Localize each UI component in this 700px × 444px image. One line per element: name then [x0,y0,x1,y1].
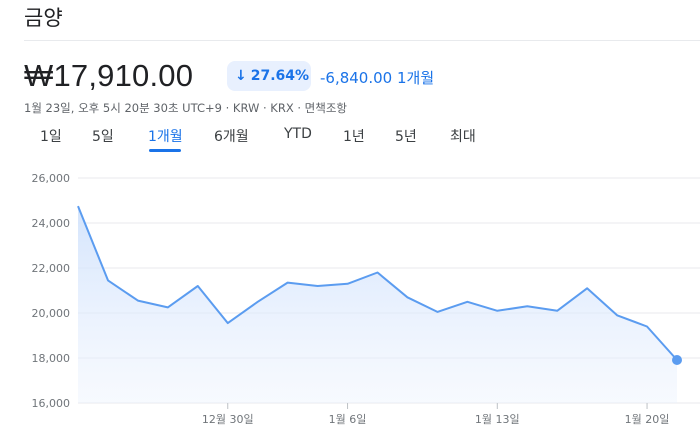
tab-5y[interactable]: 5년 [395,126,417,146]
y-tick-label: 20,000 [32,307,71,320]
active-tab-indicator [149,149,181,152]
y-tick-label: 26,000 [32,172,71,185]
x-axis-ticks: 12월 30일 1월 6일 1월 13일 1월 20일 [202,403,670,426]
tab-max[interactable]: 최대 [450,126,476,146]
header-divider [24,40,700,41]
tab-5d[interactable]: 5일 [92,126,114,146]
tab-ytd[interactable]: YTD [284,126,312,142]
y-tick-label: 18,000 [32,352,71,365]
y-tick-label: 24,000 [32,217,71,230]
x-tick-label: 12월 30일 [202,412,254,426]
y-tick-label: 16,000 [32,397,71,410]
quote-meta: 1월 23일, 오후 5시 20분 30초 UTC+9 · KRW · KRX … [24,101,347,115]
x-tick-label: 1월 20일 [625,412,670,426]
x-tick-label: 1월 6일 [329,412,367,426]
chart-series [77,205,682,403]
series-area [78,206,677,403]
y-tick-label: 22,000 [32,262,71,275]
change-absolute: -6,840.00 1개월 [320,69,435,87]
range-tabs: 1일 5일 1개월 6개월 YTD 1년 5년 최대 [0,126,700,152]
change-percent: 27.64% [250,68,310,84]
last-price-point [672,355,682,366]
y-axis-ticks: 26,000 24,000 22,000 20,000 18,000 16,000 [32,172,71,410]
tab-1m[interactable]: 1개월 [148,126,183,146]
page-title: 금양 [24,6,63,30]
arrow-down-icon: ↓ [235,68,247,84]
tab-6m[interactable]: 6개월 [214,126,249,146]
tab-1d[interactable]: 1일 [40,126,62,146]
change-percent-badge: ↓ 27.64% [227,61,311,91]
price-chart[interactable]: 26,000 24,000 22,000 20,000 18,000 16,000 12월… [0,160,700,444]
current-price: ₩17,910.00 [24,58,194,93]
tab-1y[interactable]: 1년 [343,126,365,146]
x-tick-label: 1월 13일 [475,412,520,426]
